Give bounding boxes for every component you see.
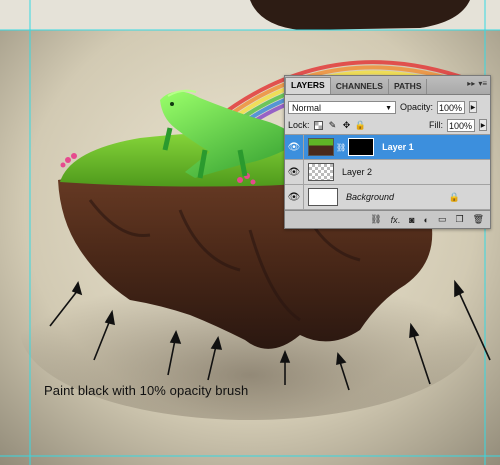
layer-row-layer-1[interactable]: 👁 ⛓ Layer 1 xyxy=(285,135,490,160)
chevron-down-icon: ▼ xyxy=(385,104,392,112)
opacity-input[interactable]: 100% xyxy=(437,100,466,114)
fill-slider-button[interactable]: ▶ xyxy=(479,119,487,131)
folder-icon[interactable]: ▭ xyxy=(438,214,447,225)
lock-all-icon[interactable]: 🔒 xyxy=(355,120,366,130)
lock-position-icon[interactable]: ✥ xyxy=(342,120,352,130)
lock-label: Lock: xyxy=(288,120,310,130)
mask-icon[interactable]: ◙ xyxy=(409,215,414,225)
fill-input[interactable]: 100% xyxy=(447,118,475,132)
fx-icon[interactable]: fx. xyxy=(391,215,401,225)
eye-icon[interactable]: 👁 xyxy=(285,185,304,209)
layer-name: Layer 1 xyxy=(382,142,414,152)
lock-pixels-icon[interactable]: ✎ xyxy=(328,120,338,130)
new-layer-icon[interactable]: ❐ xyxy=(455,214,463,225)
layer-thumbnail xyxy=(308,188,338,206)
lock-icon: 🔒 xyxy=(448,191,460,202)
lock-transparency-icon[interactable] xyxy=(314,120,324,130)
adjustment-icon[interactable]: ◐ xyxy=(424,215,429,225)
blend-mode-select[interactable]: Normal ▼ xyxy=(288,100,396,114)
panel-tabs: LAYERS CHANNELS PATHS ▸▸ ▾≡ xyxy=(285,76,490,95)
link-layers-icon[interactable]: ⛓ xyxy=(370,214,381,225)
collapse-icon[interactable]: ▸▸ xyxy=(467,79,475,88)
layer-name: Layer 2 xyxy=(342,167,373,177)
blend-mode-value: Normal xyxy=(292,102,322,113)
panel-footer: ⛓ fx. ◙ ◐ ▭ ❐ 🗑 xyxy=(285,210,490,228)
trash-icon[interactable]: 🗑 xyxy=(473,214,484,225)
layers-panel: LAYERS CHANNELS PATHS ▸▸ ▾≡ Normal ▼ Opa… xyxy=(284,75,491,229)
eye-icon[interactable]: 👁 xyxy=(285,135,304,159)
instruction-caption: Paint black with 10% opacity brush xyxy=(44,383,249,398)
opacity-slider-button[interactable]: ▶ xyxy=(469,101,478,113)
eye-icon[interactable]: 👁 xyxy=(285,160,304,184)
layer-thumbnail xyxy=(308,138,334,156)
panel-menu-icon[interactable]: ▾≡ xyxy=(478,79,487,88)
layer-row-background[interactable]: 👁 Background 🔒 xyxy=(285,185,490,210)
tab-paths[interactable]: PATHS xyxy=(389,79,428,94)
fill-label: Fill: xyxy=(429,120,443,130)
layer-name: Background xyxy=(346,192,395,202)
layer-row-layer-2[interactable]: 👁 Layer 2 xyxy=(285,160,490,185)
layer-thumbnail xyxy=(308,163,334,181)
tab-channels[interactable]: CHANNELS xyxy=(331,79,389,94)
layer-mask-thumbnail[interactable] xyxy=(348,138,375,156)
tab-layers[interactable]: LAYERS xyxy=(285,77,331,94)
link-icon[interactable]: ⛓ xyxy=(336,143,346,152)
opacity-label: Opacity: xyxy=(400,102,434,112)
